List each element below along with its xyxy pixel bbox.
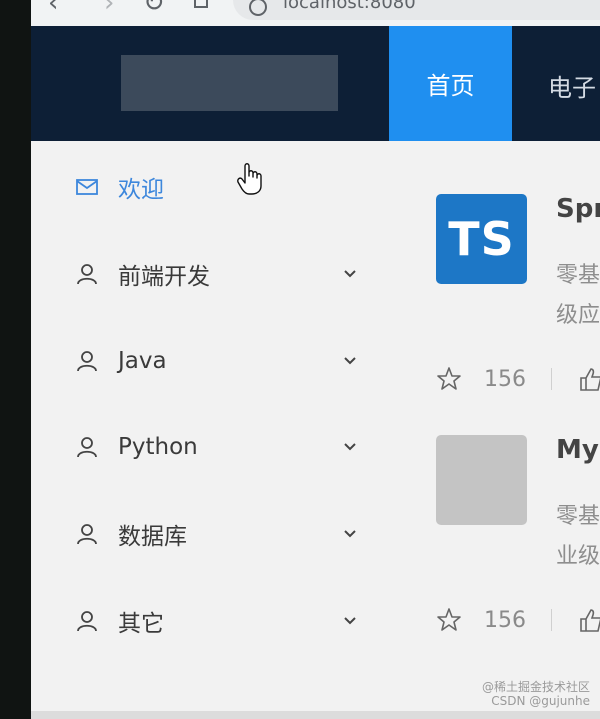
app-header: 首页 电子 <box>31 26 600 141</box>
article-meta: 156 <box>436 364 600 394</box>
thumbnail-text: TS <box>448 212 515 266</box>
sidebar-item-label: 其它 <box>118 611 164 637</box>
sidebar-item-label: Java <box>118 348 167 374</box>
article-summary: 零基 业级 <box>556 497 600 577</box>
star-count: 156 <box>484 367 526 392</box>
watermark: @稀土掘金技术社区 CSDN @gujunhe <box>482 680 590 708</box>
sidebar-item-other[interactable]: 其它 <box>31 591 381 651</box>
user-icon <box>77 611 97 632</box>
divider <box>551 368 552 390</box>
summary-line: 业级 <box>556 544 600 569</box>
hand-cursor-icon <box>237 163 262 195</box>
user-icon <box>77 351 97 372</box>
sidebar-item-python[interactable]: Python <box>31 417 381 477</box>
sidebar-item-frontend[interactable]: 前端开发 <box>31 244 381 304</box>
sidebar-item-label: 欢迎 <box>118 177 164 203</box>
chevron-down-icon[interactable] <box>342 266 358 282</box>
sidebar-item-java[interactable]: Java <box>31 331 381 391</box>
user-icon <box>77 264 97 285</box>
url-text[interactable]: localhost:8080 <box>283 0 416 13</box>
star-icon[interactable] <box>436 607 462 633</box>
article-thumbnail[interactable]: TS <box>436 194 527 284</box>
sidebar-menu: 欢迎 前端开发 Java Python 数据库 其它 <box>31 141 381 701</box>
back-icon[interactable]: ‹ <box>48 0 58 16</box>
like-icon[interactable] <box>579 607 600 633</box>
watermark-line: CSDN @gujunhe <box>491 694 590 708</box>
address-bar[interactable]: localhost:8080 <box>233 0 600 20</box>
forward-icon[interactable]: › <box>104 0 114 16</box>
article-thumbnail[interactable] <box>436 435 527 525</box>
sidebar-item-label: 前端开发 <box>118 264 210 290</box>
user-icon <box>77 524 97 545</box>
logo[interactable] <box>121 55 338 111</box>
bottom-border <box>31 711 600 719</box>
article-title[interactable]: Spr <box>556 194 600 224</box>
chevron-down-icon[interactable] <box>342 613 358 629</box>
mail-icon <box>76 179 98 195</box>
divider <box>551 609 552 631</box>
summary-line: 级应 <box>556 303 600 328</box>
summary-line: 零基 <box>556 504 600 529</box>
user-icon <box>77 437 97 458</box>
desktop-edge <box>0 0 31 719</box>
article-meta: 156 <box>436 605 600 635</box>
summary-line: 零基 <box>556 263 600 288</box>
star-count: 156 <box>484 608 526 633</box>
article-summary: 零基 级应 <box>556 256 600 336</box>
nav-tab-home[interactable]: 首页 <box>389 26 512 141</box>
sidebar-item-label: Python <box>118 434 198 460</box>
sidebar-item-welcome[interactable]: 欢迎 <box>31 157 381 217</box>
sidebar-item-database[interactable]: 数据库 <box>31 504 381 564</box>
chevron-down-icon[interactable] <box>342 353 358 369</box>
watermark-line: @稀土掘金技术社区 <box>481 680 590 694</box>
main-content: 欢迎 前端开发 Java Python 数据库 其它 TS Spr 零基 级应 … <box>31 141 600 719</box>
chevron-down-icon[interactable] <box>342 439 358 455</box>
nav-tab-ebook[interactable]: 电子 <box>548 68 596 103</box>
browser-toolbar: ‹ › ↻ localhost:8080 <box>31 0 600 26</box>
like-icon[interactable] <box>579 366 600 392</box>
sidebar-item-label: 数据库 <box>118 524 187 550</box>
chevron-down-icon[interactable] <box>342 526 358 542</box>
site-info-icon[interactable] <box>249 0 267 16</box>
reload-icon[interactable]: ↻ <box>143 0 165 16</box>
article-title[interactable]: Mys <box>556 435 600 465</box>
home-icon[interactable] <box>194 0 208 8</box>
star-icon[interactable] <box>436 366 462 392</box>
